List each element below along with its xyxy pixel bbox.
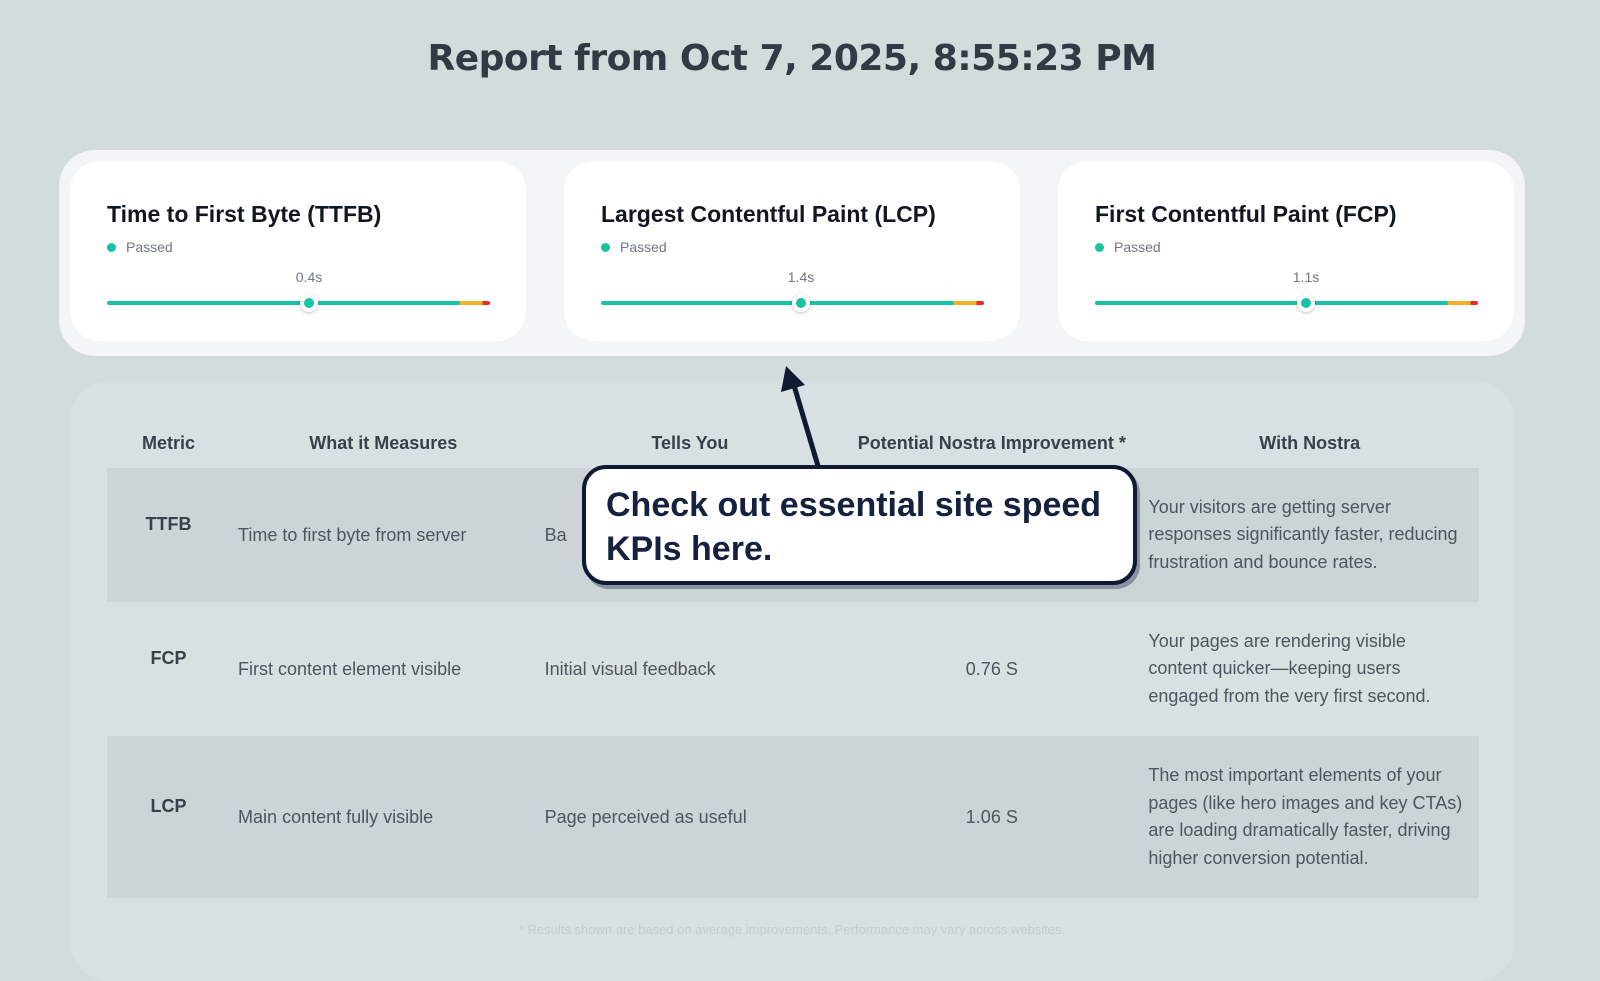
annotation-callout: Check out essential site speed KPIs here… [582,465,1137,585]
callout-line-1: Check out essential site speed [606,486,1102,524]
callout-line-2: KPIs here. [606,530,773,568]
